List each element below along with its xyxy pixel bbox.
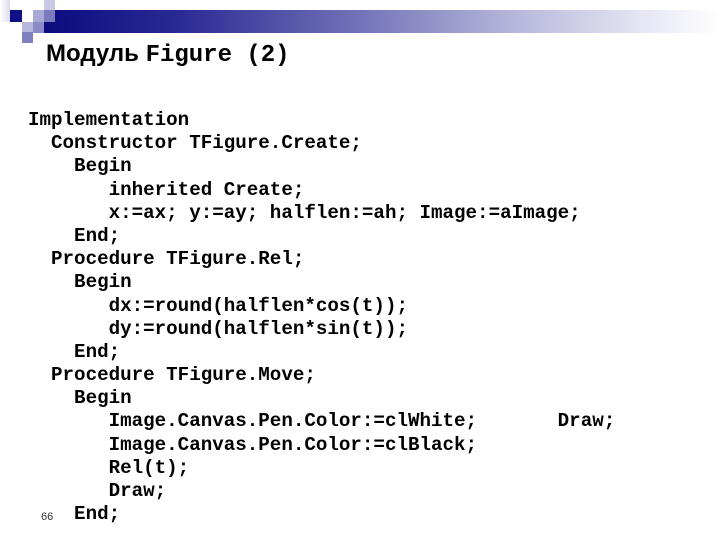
code-line: Constructor TFigure.Create; [28, 132, 362, 155]
code-line: Rel(t); [28, 456, 190, 479]
code-line: End; [28, 503, 121, 526]
code-line: Draw; [28, 480, 167, 502]
code-line: Procedure TFigure.Move; [28, 364, 316, 387]
decor-square [0, 0, 10, 22]
code-line: dy:=round(halflen*sin(t)); [28, 317, 408, 340]
code-line: Begin [28, 387, 132, 410]
code-line: inherited Create; [28, 178, 305, 201]
decor-square [10, 10, 22, 22]
code-line: Begin [28, 155, 132, 178]
decor-square [44, 0, 55, 10]
header-gradient-bar [44, 10, 720, 33]
decor-square [22, 32, 33, 43]
code-line: dx:=round(halflen*cos(t)); [28, 294, 408, 317]
code-line: End; [28, 224, 121, 247]
code-line: Implementation [28, 109, 190, 131]
decor-square [22, 22, 33, 32]
code-line: End; [28, 340, 121, 363]
code-line: Image.Canvas.Pen.Color:=clWhite; Draw; [28, 410, 616, 433]
decor-square [44, 10, 55, 22]
slide-title: Модуль Figure (2) [46, 40, 290, 69]
code-line: Procedure TFigure.Rel; [28, 248, 305, 271]
decor-square [33, 22, 44, 33]
code-line: Begin [28, 271, 132, 294]
slide-number: 66 [41, 511, 54, 523]
title-prefix: Модуль [46, 40, 146, 67]
code-block: Implementation Constructor TFigure.Creat… [28, 109, 615, 526]
code-line: Image.Canvas.Pen.Color:=clBlack; [28, 433, 478, 456]
code-line: x:=ax; y:=ay; halflen:=ah; Image:=aImage… [28, 201, 581, 224]
title-code: Figure (2) [145, 42, 290, 69]
